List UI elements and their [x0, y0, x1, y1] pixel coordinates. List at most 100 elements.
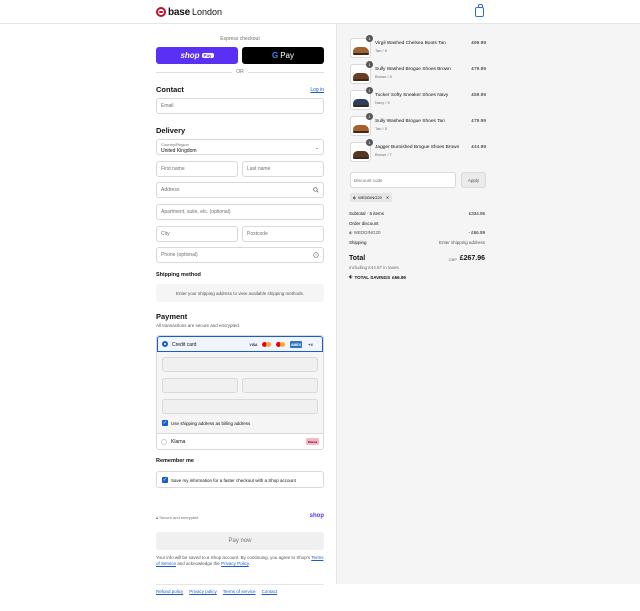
footer-divider: [156, 584, 324, 585]
shop-pay-button[interactable]: shop Pay: [156, 47, 238, 64]
shipping-value: Enter shipping address: [438, 240, 485, 245]
google-pay-button[interactable]: G Pay: [242, 47, 324, 64]
legal-end: .: [248, 561, 251, 566]
amex-icon: AMEX: [290, 341, 302, 348]
subtotal-value: £334.95: [468, 211, 485, 216]
total-savings: ⬖ TOTAL SAVINGS £66.99: [349, 274, 406, 280]
footer-link[interactable]: Privacy policy: [189, 589, 217, 594]
shipping-method-heading: Shipping method: [156, 272, 201, 278]
brand-name: base: [168, 6, 190, 18]
klarna-option[interactable]: Klarna Klarna: [157, 433, 323, 449]
or-divider: OR: [156, 69, 324, 75]
shipping-method-notice: Enter your shipping address to view avai…: [156, 284, 324, 302]
product-variant: Navy / 5: [375, 100, 390, 105]
tag-icon: ⬖: [349, 230, 353, 235]
google-pay-text: Pay: [280, 51, 295, 60]
first-name-field[interactable]: First name: [156, 161, 238, 177]
card-number-field[interactable]: [162, 357, 318, 372]
shop-pay-badge: Pay: [201, 53, 214, 58]
discount-code-input[interactable]: Discount code: [350, 172, 456, 188]
quantity-badge: 1: [366, 139, 373, 146]
product-name: Tucker Softy Sneaker Shoes Navy: [375, 93, 449, 98]
discount-code-row: ⬖ WEDDING20 - £66.99: [349, 230, 485, 236]
billing-address-label: Use shipping address as billing address: [171, 421, 251, 426]
product-price: £44.99: [471, 145, 486, 150]
shopping-bag-icon[interactable]: [475, 4, 484, 17]
total-value: £267.96: [459, 255, 485, 262]
remove-discount-icon[interactable]: ✕: [386, 195, 389, 200]
quantity-badge: 1: [366, 87, 373, 94]
help-icon[interactable]: ?: [313, 252, 319, 258]
svg-text:?: ?: [315, 253, 317, 257]
remember-me-label: Save my information for a faster checkou…: [171, 478, 296, 483]
credit-card-label: Credit card: [172, 342, 197, 348]
search-icon: [313, 187, 319, 193]
card-expiry-field[interactable]: [162, 378, 238, 393]
address-field[interactable]: Address: [156, 182, 324, 198]
city-field[interactable]: City: [156, 226, 238, 242]
discount-code-text: WEDDING20: [353, 230, 381, 235]
credit-card-option[interactable]: Credit card VISA AMEX +4: [157, 336, 323, 352]
subtotal-label: Subtotal · 5 items: [349, 211, 385, 216]
visa-icon: VISA: [249, 342, 258, 347]
payment-subtitle: All transactions are secure and encrypte…: [156, 323, 241, 328]
product-variant: Tan / 6: [375, 48, 388, 53]
divider-line: [247, 71, 324, 73]
product-price: £59.99: [471, 93, 486, 98]
shop-pay-text: shop: [180, 51, 200, 60]
secure-text: Secure and encrypted: [159, 515, 199, 520]
quantity-badge: 1: [366, 61, 373, 68]
product-name: Sully Washed Brogue Shoes Brown: [375, 67, 451, 72]
postcode-field[interactable]: Postcode: [242, 226, 324, 242]
card-name-field[interactable]: [162, 399, 318, 414]
pay-now-button[interactable]: Pay now: [156, 532, 324, 550]
product-variant: Tan / 5: [375, 126, 388, 131]
discount-value: - £66.99: [468, 230, 485, 235]
quantity-badge: 1: [366, 113, 373, 120]
phone-field[interactable]: Phone (optional) ?: [156, 247, 324, 263]
country-select[interactable]: Country/Region United Kingdom ⌄: [156, 139, 324, 155]
footer-link[interactable]: Contact: [262, 589, 278, 594]
maestro-icon: [276, 341, 287, 348]
product-variant: Brown / 7: [375, 152, 392, 157]
credit-card-radio[interactable]: [162, 341, 168, 347]
billing-address-checkbox[interactable]: ✓: [162, 420, 168, 426]
remember-me-checkbox[interactable]: ✓: [162, 477, 168, 483]
legal-text-2: and acknowledge the: [177, 561, 220, 566]
remember-me-option[interactable]: ✓ Save my information for a faster check…: [156, 471, 324, 488]
cart-item: 1 Virgil Washed Chelsea Boots Tan Tan / …: [350, 35, 486, 58]
product-variant: Brown / 5: [375, 74, 392, 79]
remember-me-heading: Remember me: [156, 458, 194, 464]
footer-link[interactable]: Terms of service: [223, 589, 256, 594]
klarna-radio[interactable]: [161, 439, 167, 445]
total-label: Total: [349, 255, 366, 262]
or-text: OR: [236, 69, 244, 75]
google-g-icon: G: [271, 51, 279, 60]
currency-code: GBP: [448, 257, 457, 262]
address-placeholder: Address: [161, 187, 180, 193]
chevron-down-icon: ⌄: [314, 145, 319, 151]
apartment-field[interactable]: Apartment, suite, etc. (optional): [156, 204, 324, 220]
discount-tag-code: WEDDING20: [358, 195, 382, 200]
email-field[interactable]: Email: [156, 98, 324, 114]
login-link[interactable]: Log in: [310, 87, 324, 93]
legal-text: Your info will be saved to a Shop accoun…: [156, 555, 328, 567]
apply-button[interactable]: Apply: [461, 172, 486, 188]
card-security-code-field[interactable]: [242, 378, 318, 393]
product-name: Virgil Washed Chelsea Boots Tan: [375, 41, 446, 46]
secure-note: 🔒︎ Secure and encrypted: [156, 515, 198, 520]
shipping-row: Shipping Enter shipping address: [349, 240, 485, 245]
shop-logo: shop: [309, 513, 324, 519]
product-price: £69.99: [471, 41, 486, 46]
klarna-label: Klarna: [171, 439, 186, 445]
privacy-link[interactable]: Privacy Policy: [221, 561, 249, 566]
shoe-image: [353, 47, 369, 55]
last-name-field[interactable]: Last name: [242, 161, 324, 177]
quantity-badge: 1: [366, 35, 373, 42]
shoe-image: [353, 151, 369, 159]
footer-link[interactable]: Refund policy: [156, 589, 183, 594]
cart-item: 1 Sully Washed Brogue Shoes Tan Tan / 5 …: [350, 113, 486, 136]
brand-logo[interactable]: base London: [156, 6, 222, 18]
product-price: £79.99: [471, 67, 486, 72]
delivery-heading: Delivery: [156, 126, 186, 135]
